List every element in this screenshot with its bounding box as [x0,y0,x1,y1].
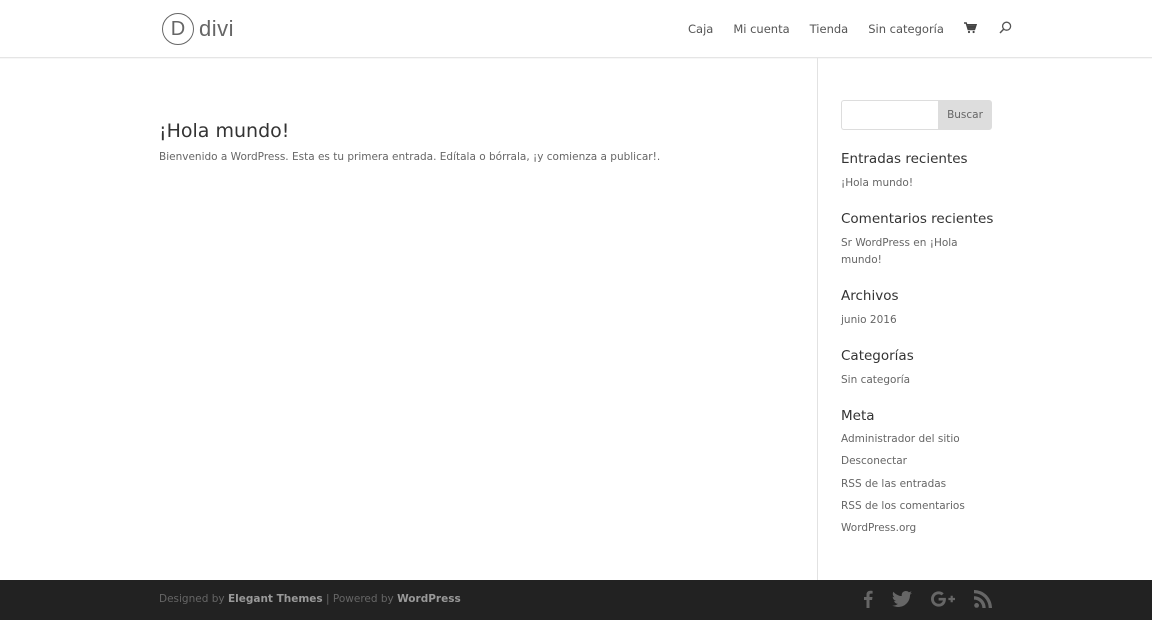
sidebar-search: Buscar [841,100,992,130]
logo-mark: D [162,13,194,45]
site-footer: Designed by Elegant Themes | Powered by … [0,580,1152,620]
facebook-icon[interactable] [863,590,873,608]
site-header: D divi Caja Mi cuenta Tienda Sin categor… [0,0,1152,58]
meta-link-wordpress-org[interactable]: WordPress.org [841,517,1001,539]
widget-title: Categorías [841,348,914,364]
widget-title: Meta [841,408,875,424]
google-plus-icon[interactable] [931,591,955,607]
widget-categories: Categorías Sin categoría [841,348,1001,389]
credits-designed-by: Designed by [159,593,225,605]
category-link[interactable]: Sin categoría [841,372,1001,389]
site-logo[interactable]: D divi [162,12,234,46]
recent-comment-link[interactable]: Sr WordPress en ¡Hola mundo! [841,235,996,269]
recent-post-link[interactable]: ¡Hola mundo! [841,175,1001,192]
post-excerpt: Bienvenido a WordPress. Esta es tu prime… [159,151,661,163]
twitter-icon[interactable] [892,591,912,607]
cart-icon[interactable] [963,21,977,37]
widget-title: Entradas recientes [841,151,968,167]
nav-item-caja[interactable]: Caja [688,22,713,36]
search-input[interactable] [841,100,938,130]
widget-recent-posts: Entradas recientes ¡Hola mundo! [841,151,1001,192]
meta-link-logout[interactable]: Desconectar [841,450,1001,472]
nav-item-sin-categoria[interactable]: Sin categoría [868,22,944,36]
meta-link-rss-comments[interactable]: RSS de los comentarios [841,495,1001,517]
rss-icon[interactable] [974,590,992,608]
nav-item-tienda[interactable]: Tienda [810,22,849,36]
wordpress-link[interactable]: WordPress [397,593,461,605]
widget-title: Comentarios recientes [841,211,994,227]
search-icon[interactable] [999,21,1012,37]
credits-powered-by: | Powered by [322,593,394,605]
widget-archives: Archivos junio 2016 [841,288,1001,329]
nav-item-mi-cuenta[interactable]: Mi cuenta [733,22,789,36]
widget-meta: Meta Administrador del sitio Desconectar… [841,408,1001,539]
main-nav: Caja Mi cuenta Tienda Sin categoría [688,21,1012,37]
search-button[interactable]: Buscar [938,100,992,130]
widget-recent-comments: Comentarios recientes Sr WordPress en ¡H… [841,211,996,269]
footer-credits: Designed by Elegant Themes | Powered by … [159,593,461,605]
archive-link[interactable]: junio 2016 [841,312,1001,329]
sidebar-divider [817,58,818,580]
logo-text: divi [199,16,235,41]
social-icons [844,590,992,608]
widget-title: Archivos [841,288,899,304]
meta-link-rss-entries[interactable]: RSS de las entradas [841,473,1001,495]
elegant-themes-link[interactable]: Elegant Themes [228,593,323,605]
post-title[interactable]: ¡Hola mundo! [159,120,289,142]
meta-link-admin[interactable]: Administrador del sitio [841,428,1001,450]
